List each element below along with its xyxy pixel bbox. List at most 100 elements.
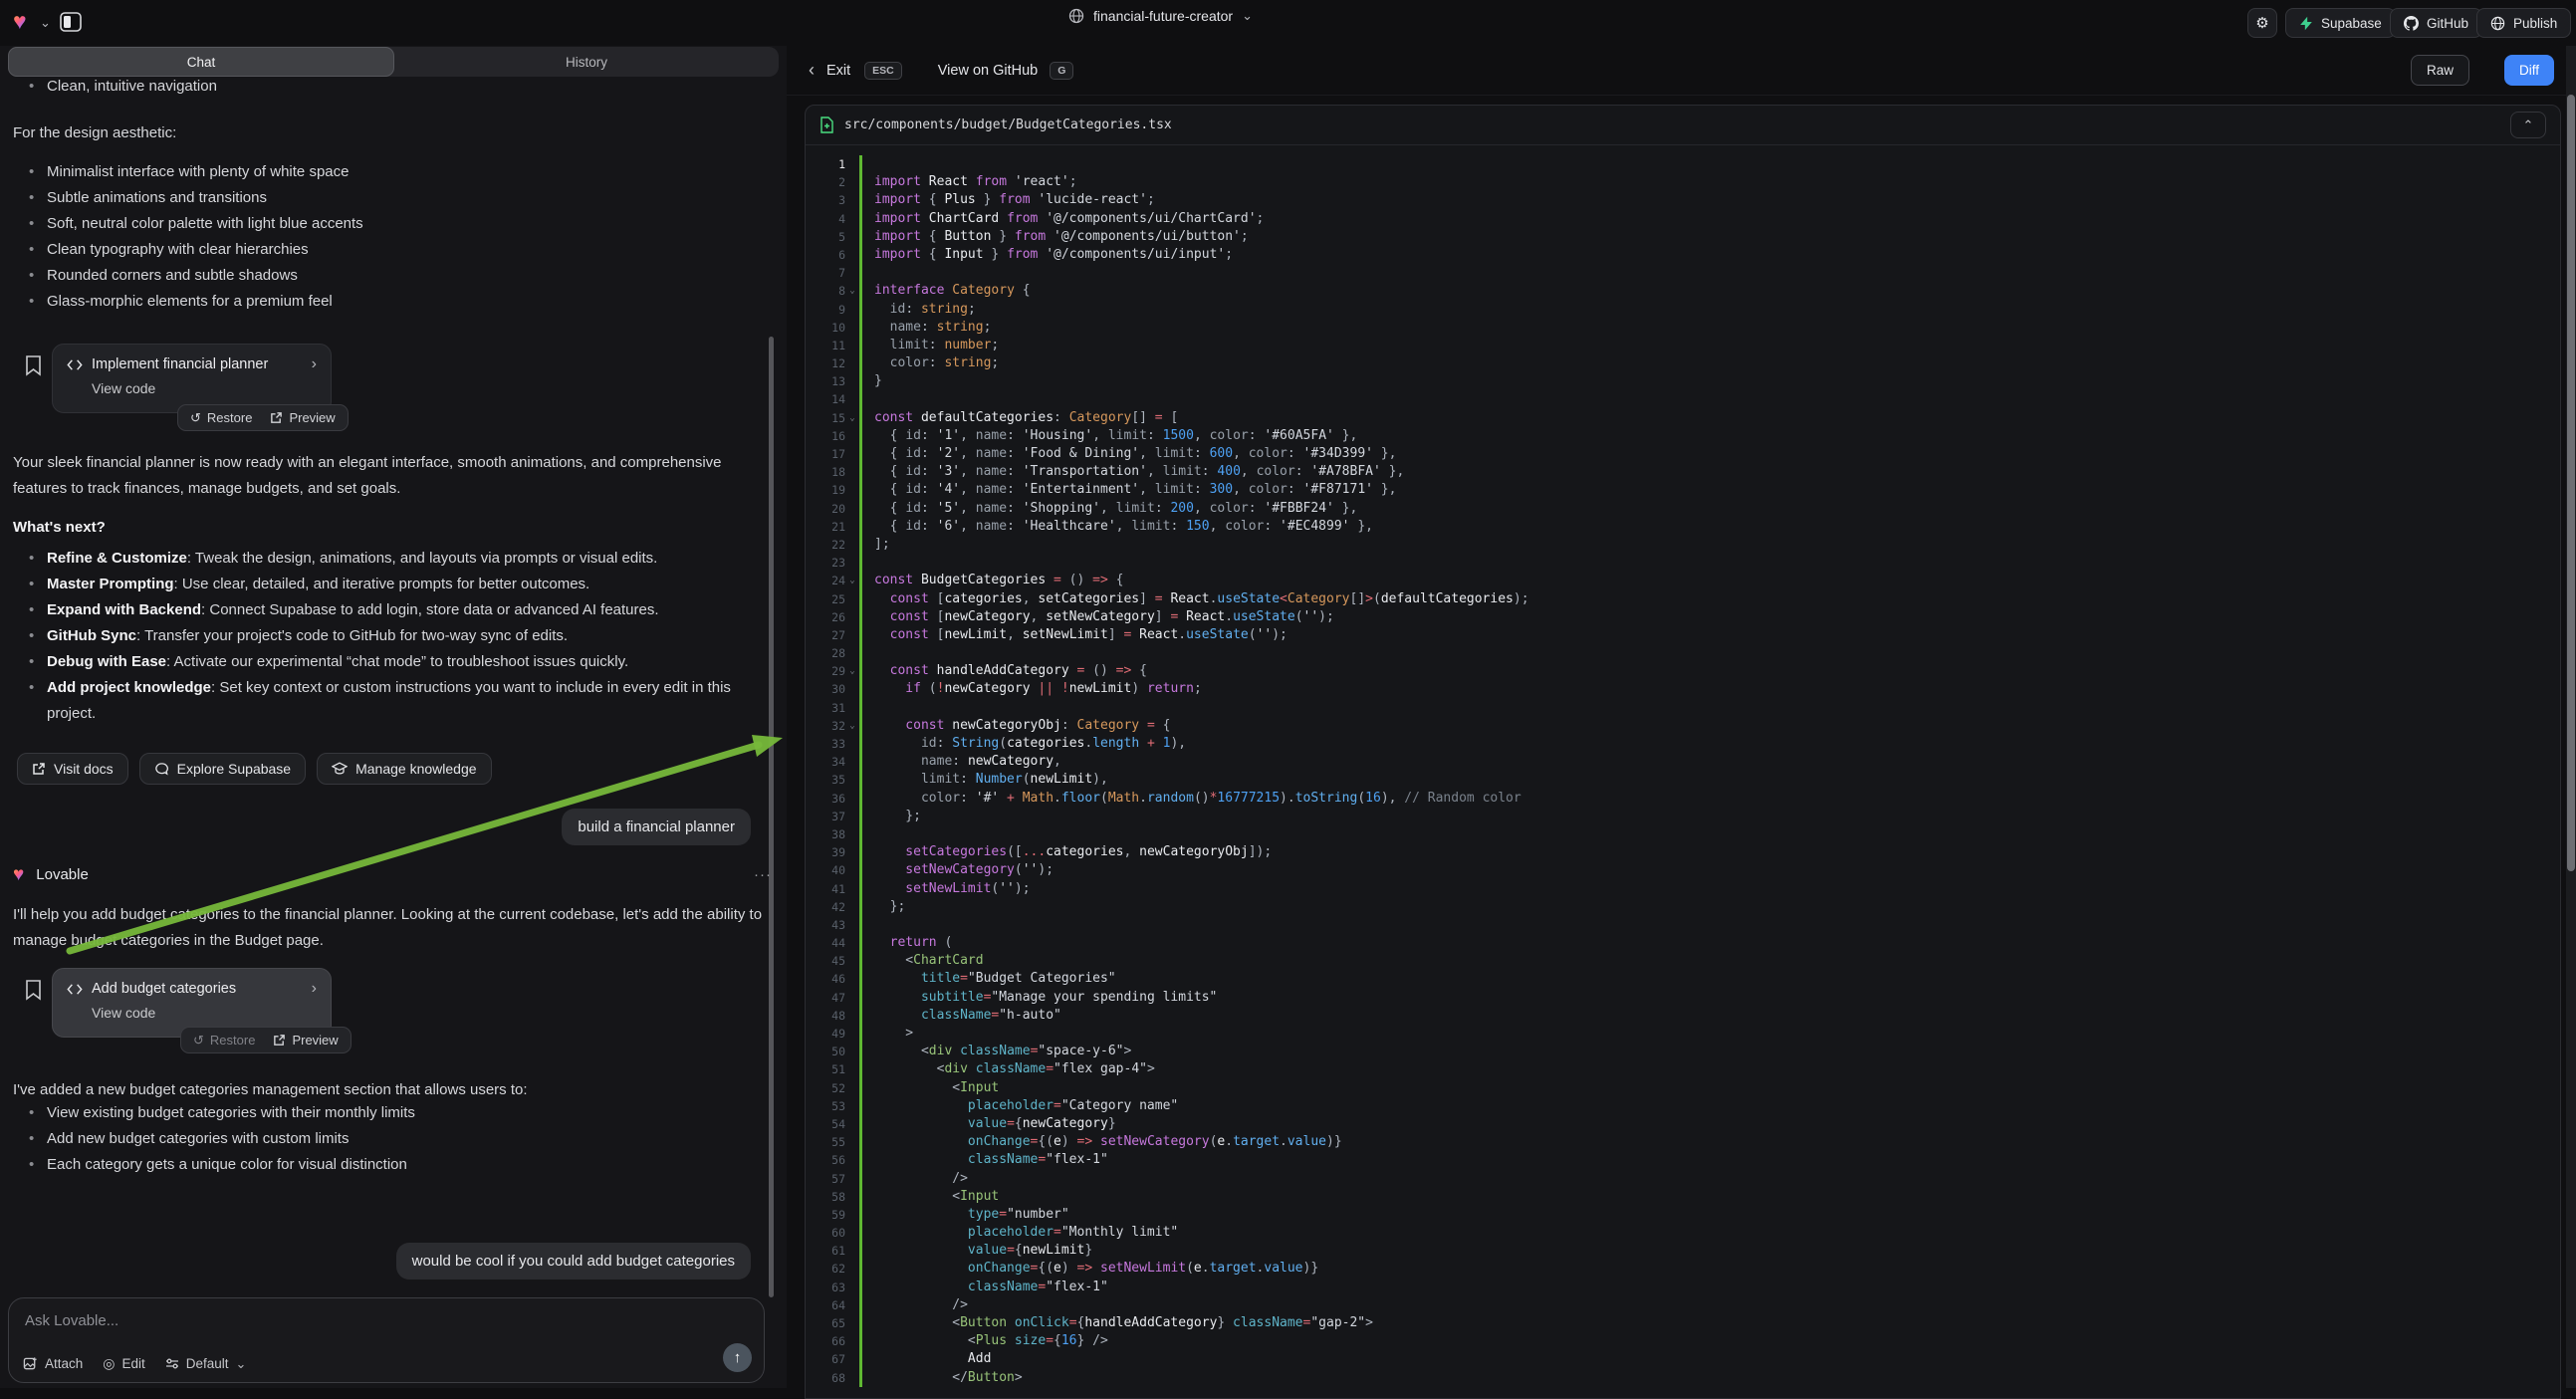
view-on-github-button[interactable]: View on GitHub — [938, 63, 1038, 79]
bookmark-icon[interactable] — [24, 979, 43, 1001]
fold-caret-icon — [845, 372, 859, 390]
explore-supabase-button[interactable]: Explore Supabase — [139, 753, 306, 785]
composer-toolbar: Attach ◎ Edit Default ⌄ — [23, 1355, 246, 1372]
code-line: 40 setNewCategory(''); — [806, 861, 2560, 879]
code-line: 43 — [806, 916, 2560, 934]
assistant-header: ♥ Lovable ··· — [13, 865, 772, 884]
chat-scrollbar[interactable] — [769, 337, 774, 1297]
edit-button[interactable]: ◎ Edit — [103, 1355, 144, 1372]
attach-button[interactable]: Attach — [23, 1356, 83, 1371]
code-text: color: string; — [859, 354, 2560, 372]
line-number: 25 — [806, 590, 845, 608]
fold-caret-icon — [845, 319, 859, 337]
version-card-implement-financial-planner[interactable]: Implement financial planner › View code — [52, 344, 332, 413]
code-line: 10 name: string; — [806, 319, 2560, 337]
list-item: Each category gets a unique color for vi… — [13, 1152, 760, 1178]
restore-button[interactable]: ↺Restore — [193, 1033, 255, 1049]
fold-caret-icon — [845, 1007, 859, 1025]
diff-button[interactable]: Diff — [2504, 55, 2554, 86]
publish-button[interactable]: Publish — [2476, 8, 2571, 38]
code-line: 58 <Input — [806, 1188, 2560, 1206]
sidebar-toggle-button[interactable] — [58, 9, 84, 35]
visit-docs-button[interactable]: Visit docs — [17, 753, 128, 785]
design-bullet-list: Minimalist interface with plenty of whit… — [13, 159, 760, 315]
preview-button[interactable]: Preview — [273, 1033, 338, 1048]
send-button[interactable]: ↑ — [723, 1343, 752, 1372]
github-button[interactable]: GitHub — [2390, 8, 2482, 38]
line-number: 39 — [806, 843, 845, 861]
project-switcher[interactable]: financial-future-creator ⌄ — [1068, 8, 1253, 24]
line-number: 6 — [806, 246, 845, 264]
github-icon — [2404, 16, 2419, 31]
restore-button[interactable]: ↺Restore — [190, 410, 252, 426]
raw-button[interactable]: Raw — [2411, 55, 2469, 86]
fold-caret-icon — [845, 699, 859, 717]
chat-input[interactable] — [25, 1312, 443, 1329]
mode-selector[interactable]: Default ⌄ — [165, 1356, 247, 1372]
code-text: onChange={(e) => setNewLimit(e.target.va… — [859, 1260, 2560, 1278]
fold-caret-icon — [845, 1025, 859, 1043]
version-card-title: Add budget categories — [92, 981, 236, 997]
chevron-down-icon[interactable]: ⌄ — [40, 15, 51, 31]
line-number: 4 — [806, 210, 845, 228]
code-text: { id: '4', name: 'Entertainment', limit:… — [859, 481, 2560, 499]
code-text: const [categories, setCategories] = Reac… — [859, 590, 2560, 608]
fold-caret-icon — [845, 1079, 859, 1097]
code-line: 7 — [806, 264, 2560, 282]
fold-caret-icon — [845, 337, 859, 354]
line-number: 13 — [806, 372, 845, 390]
window-scrollbar[interactable] — [2567, 95, 2575, 871]
lovable-logo-icon[interactable]: ♥ — [13, 10, 27, 33]
code-text: > — [859, 1025, 2560, 1043]
version-card-title: Implement financial planner — [92, 356, 268, 372]
code-line: 19 { id: '4', name: 'Entertainment', lim… — [806, 481, 2560, 499]
code-text: Add — [859, 1350, 2560, 1368]
chevron-right-icon[interactable]: › — [312, 980, 317, 998]
list-item: Expand with Backend: Connect Supabase to… — [13, 597, 765, 623]
chevron-left-icon[interactable]: ‹ — [809, 60, 815, 81]
line-number: 46 — [806, 970, 845, 988]
code-line: 47 subtitle="Manage your spending limits… — [806, 989, 2560, 1007]
code-lines: 12import React from 'react';3import { Pl… — [806, 146, 2560, 1398]
fold-caret-icon — [845, 463, 859, 481]
code-line: 2import React from 'react'; — [806, 173, 2560, 191]
collapse-button[interactable]: ⌃ — [2510, 112, 2546, 138]
fold-caret-icon — [845, 1332, 859, 1350]
line-number: 40 — [806, 861, 845, 879]
code-line: 26 const [newCategory, setNewCategory] =… — [806, 608, 2560, 626]
fold-caret-icon — [845, 680, 859, 698]
supabase-button[interactable]: Supabase — [2285, 8, 2396, 38]
fold-caret-icon[interactable]: ⌄ — [845, 662, 859, 680]
code-text: const newCategoryObj: Category = { — [859, 717, 2560, 735]
fold-caret-icon[interactable]: ⌄ — [845, 282, 859, 300]
code-line: 31 — [806, 699, 2560, 717]
code-text: const [newCategory, setNewCategory] = Re… — [859, 608, 2560, 626]
graduation-cap-icon — [332, 762, 348, 776]
fold-caret-icon — [845, 1043, 859, 1060]
view-code-link[interactable]: View code — [92, 1005, 317, 1021]
bookmark-icon[interactable] — [24, 354, 43, 376]
code-line: 1 — [806, 155, 2560, 173]
settings-button[interactable]: ⚙ — [2247, 8, 2277, 38]
fold-caret-icon[interactable]: ⌄ — [845, 409, 859, 427]
code-line: 28 — [806, 644, 2560, 662]
tab-history[interactable]: History — [394, 47, 779, 77]
chevron-right-icon[interactable]: › — [312, 355, 317, 373]
fold-caret-icon[interactable]: ⌄ — [845, 717, 859, 735]
manage-knowledge-button[interactable]: Manage knowledge — [317, 753, 491, 785]
code-line: 38 — [806, 825, 2560, 843]
file-header[interactable]: src/components/budget/BudgetCategories.t… — [806, 106, 2560, 145]
file-diff-card: src/components/budget/BudgetCategories.t… — [805, 105, 2561, 1399]
code-text: placeholder="Monthly limit" — [859, 1224, 2560, 1242]
preview-button[interactable]: Preview — [270, 410, 335, 425]
line-number: 35 — [806, 771, 845, 789]
line-number: 59 — [806, 1206, 845, 1224]
view-code-link[interactable]: View code — [92, 380, 317, 396]
exit-button[interactable]: Exit — [826, 63, 850, 79]
code-text: { id: '1', name: 'Housing', limit: 1500,… — [859, 427, 2560, 445]
line-number: 64 — [806, 1296, 845, 1314]
fold-caret-icon[interactable]: ⌄ — [845, 572, 859, 589]
code-text: placeholder="Category name" — [859, 1097, 2560, 1115]
code-text: import { Input } from '@/components/ui/i… — [859, 246, 2560, 264]
tab-chat[interactable]: Chat — [8, 47, 394, 77]
